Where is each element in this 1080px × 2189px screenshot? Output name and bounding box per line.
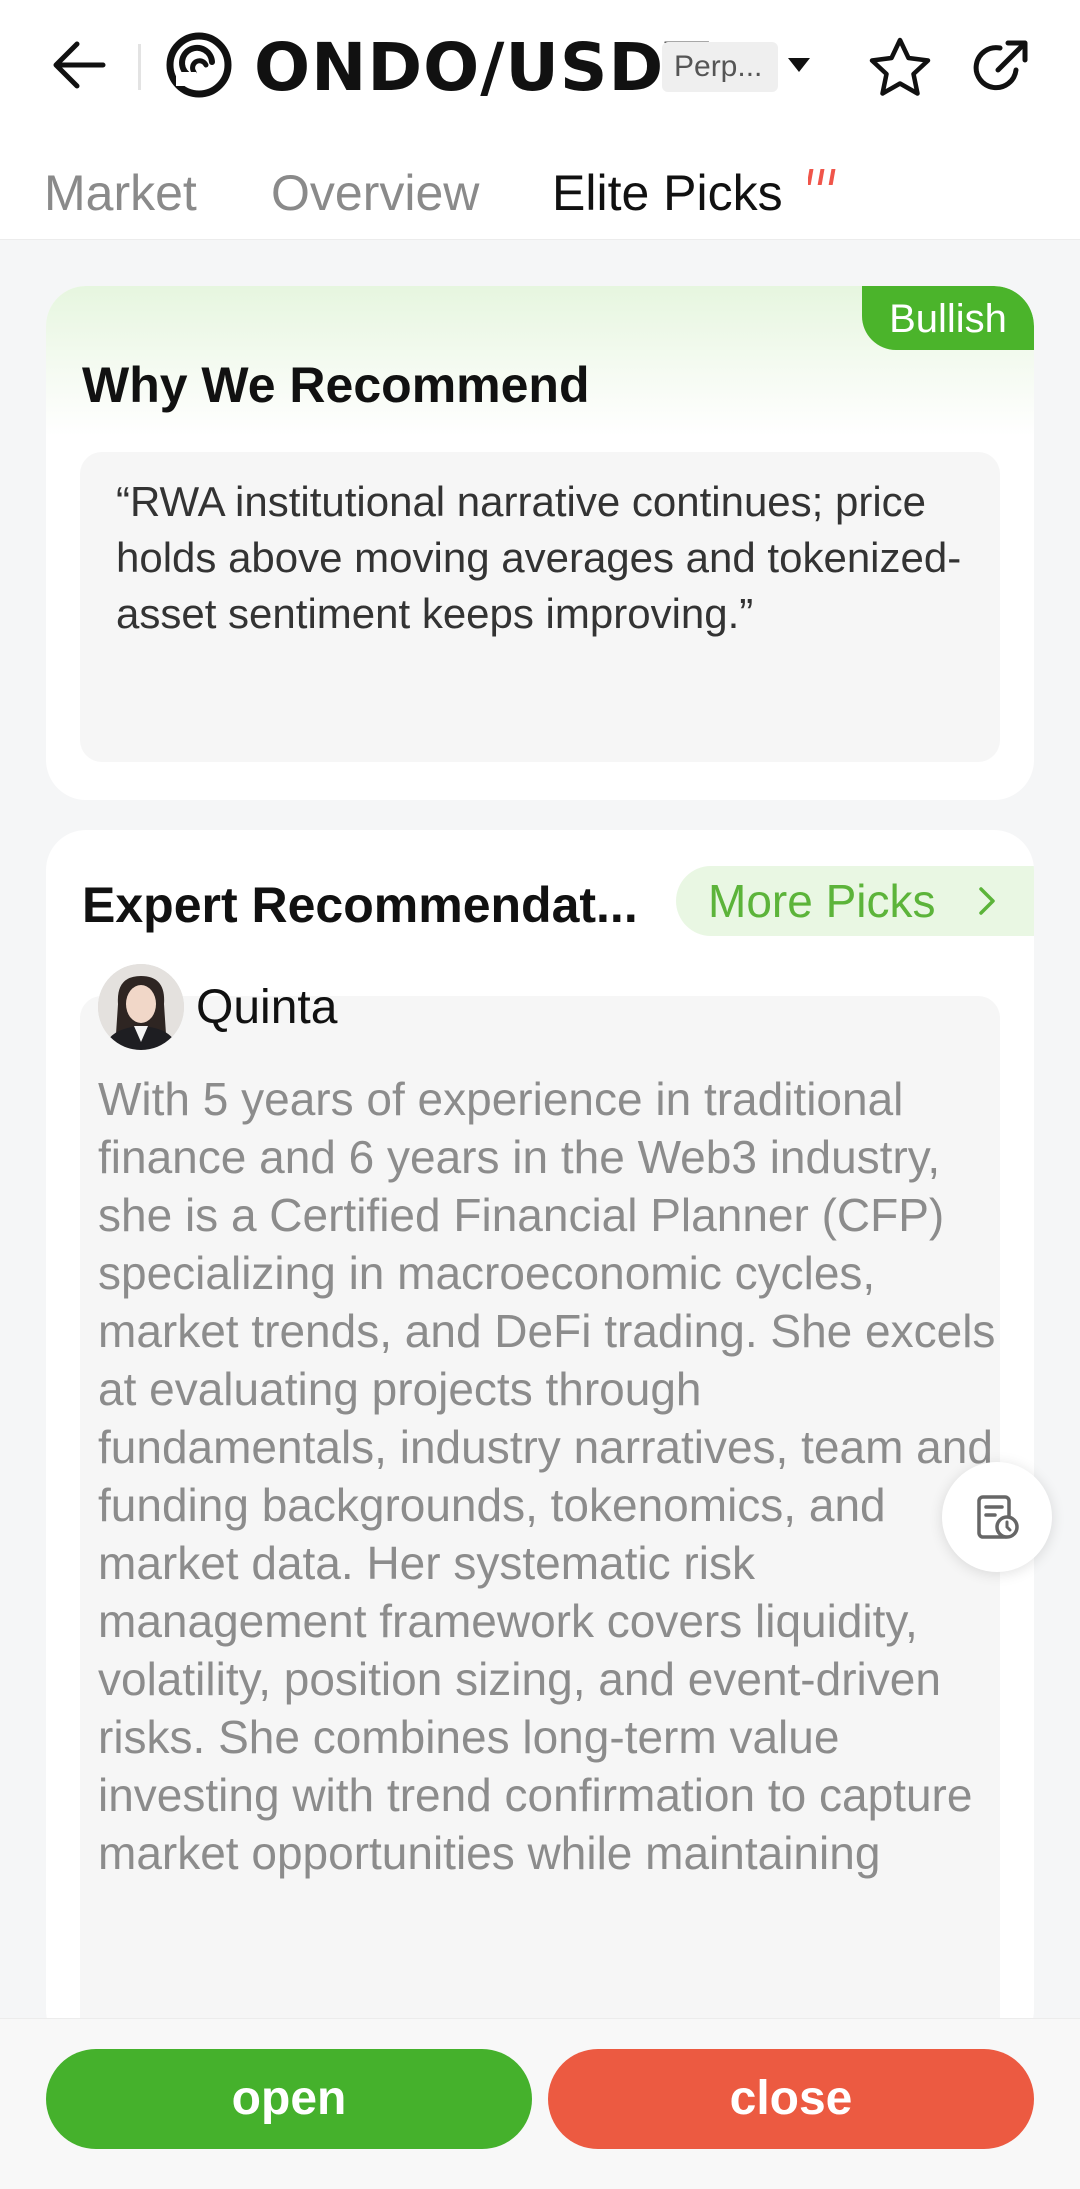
chevron-right-icon [979,887,995,915]
why-recommend-card: Bullish Why We Recommend “RWA institutio… [46,286,1034,800]
order-history-float-button[interactable] [942,1462,1052,1572]
tab-bar: Market Overview Elite Picks [0,150,1080,236]
order-history-icon [977,1495,1019,1539]
pair-title[interactable]: ONDO/USDT [254,28,710,108]
expert-section-title: Expert Recommendat... [82,877,638,933]
open-button[interactable]: open [46,2049,532,2149]
app-screen: ONDO/USDT Perp... Market Overview Elite … [0,0,1080,2189]
why-recommend-title: Why We Recommend [82,357,590,413]
avatar-portrait-icon [98,964,184,1050]
favorite-button[interactable] [866,34,934,102]
star-icon [869,37,931,96]
recommend-quote-box: “RWA institutional narrative continues; … [80,452,1000,762]
contract-type-badge[interactable]: Perp... [662,42,778,92]
expert-bio: With 5 years of experience in traditiona… [98,1073,996,1879]
hot-indicator-icon [808,169,836,185]
more-picks-button[interactable]: More Picks [676,866,1034,936]
recommend-quote: “RWA institutional narrative continues; … [116,478,962,637]
tab-overview[interactable]: Overview [271,150,479,236]
tab-market[interactable]: Market [44,150,197,236]
header: ONDO/USDT Perp... Market Overview Elite … [0,0,1080,240]
share-icon [973,40,1028,91]
tab-elite-picks[interactable]: Elite Picks [552,150,783,236]
sentiment-tag: Bullish [862,286,1034,350]
expert-name: Quinta [196,981,338,1034]
expert-recommendation-card: Expert Recommendat... More Picks Quinta … [46,830,1034,2050]
caret-down-icon[interactable] [786,55,812,75]
ondo-logo-icon [166,32,232,98]
back-button[interactable] [44,30,114,100]
share-button[interactable] [966,34,1034,102]
back-arrow-icon [53,41,106,89]
close-button[interactable]: close [548,2049,1034,2149]
header-divider [138,44,141,90]
more-picks-label: More Picks [708,875,936,927]
bottom-action-bar: open close [0,2018,1080,2189]
expert-avatar[interactable] [98,964,184,1050]
